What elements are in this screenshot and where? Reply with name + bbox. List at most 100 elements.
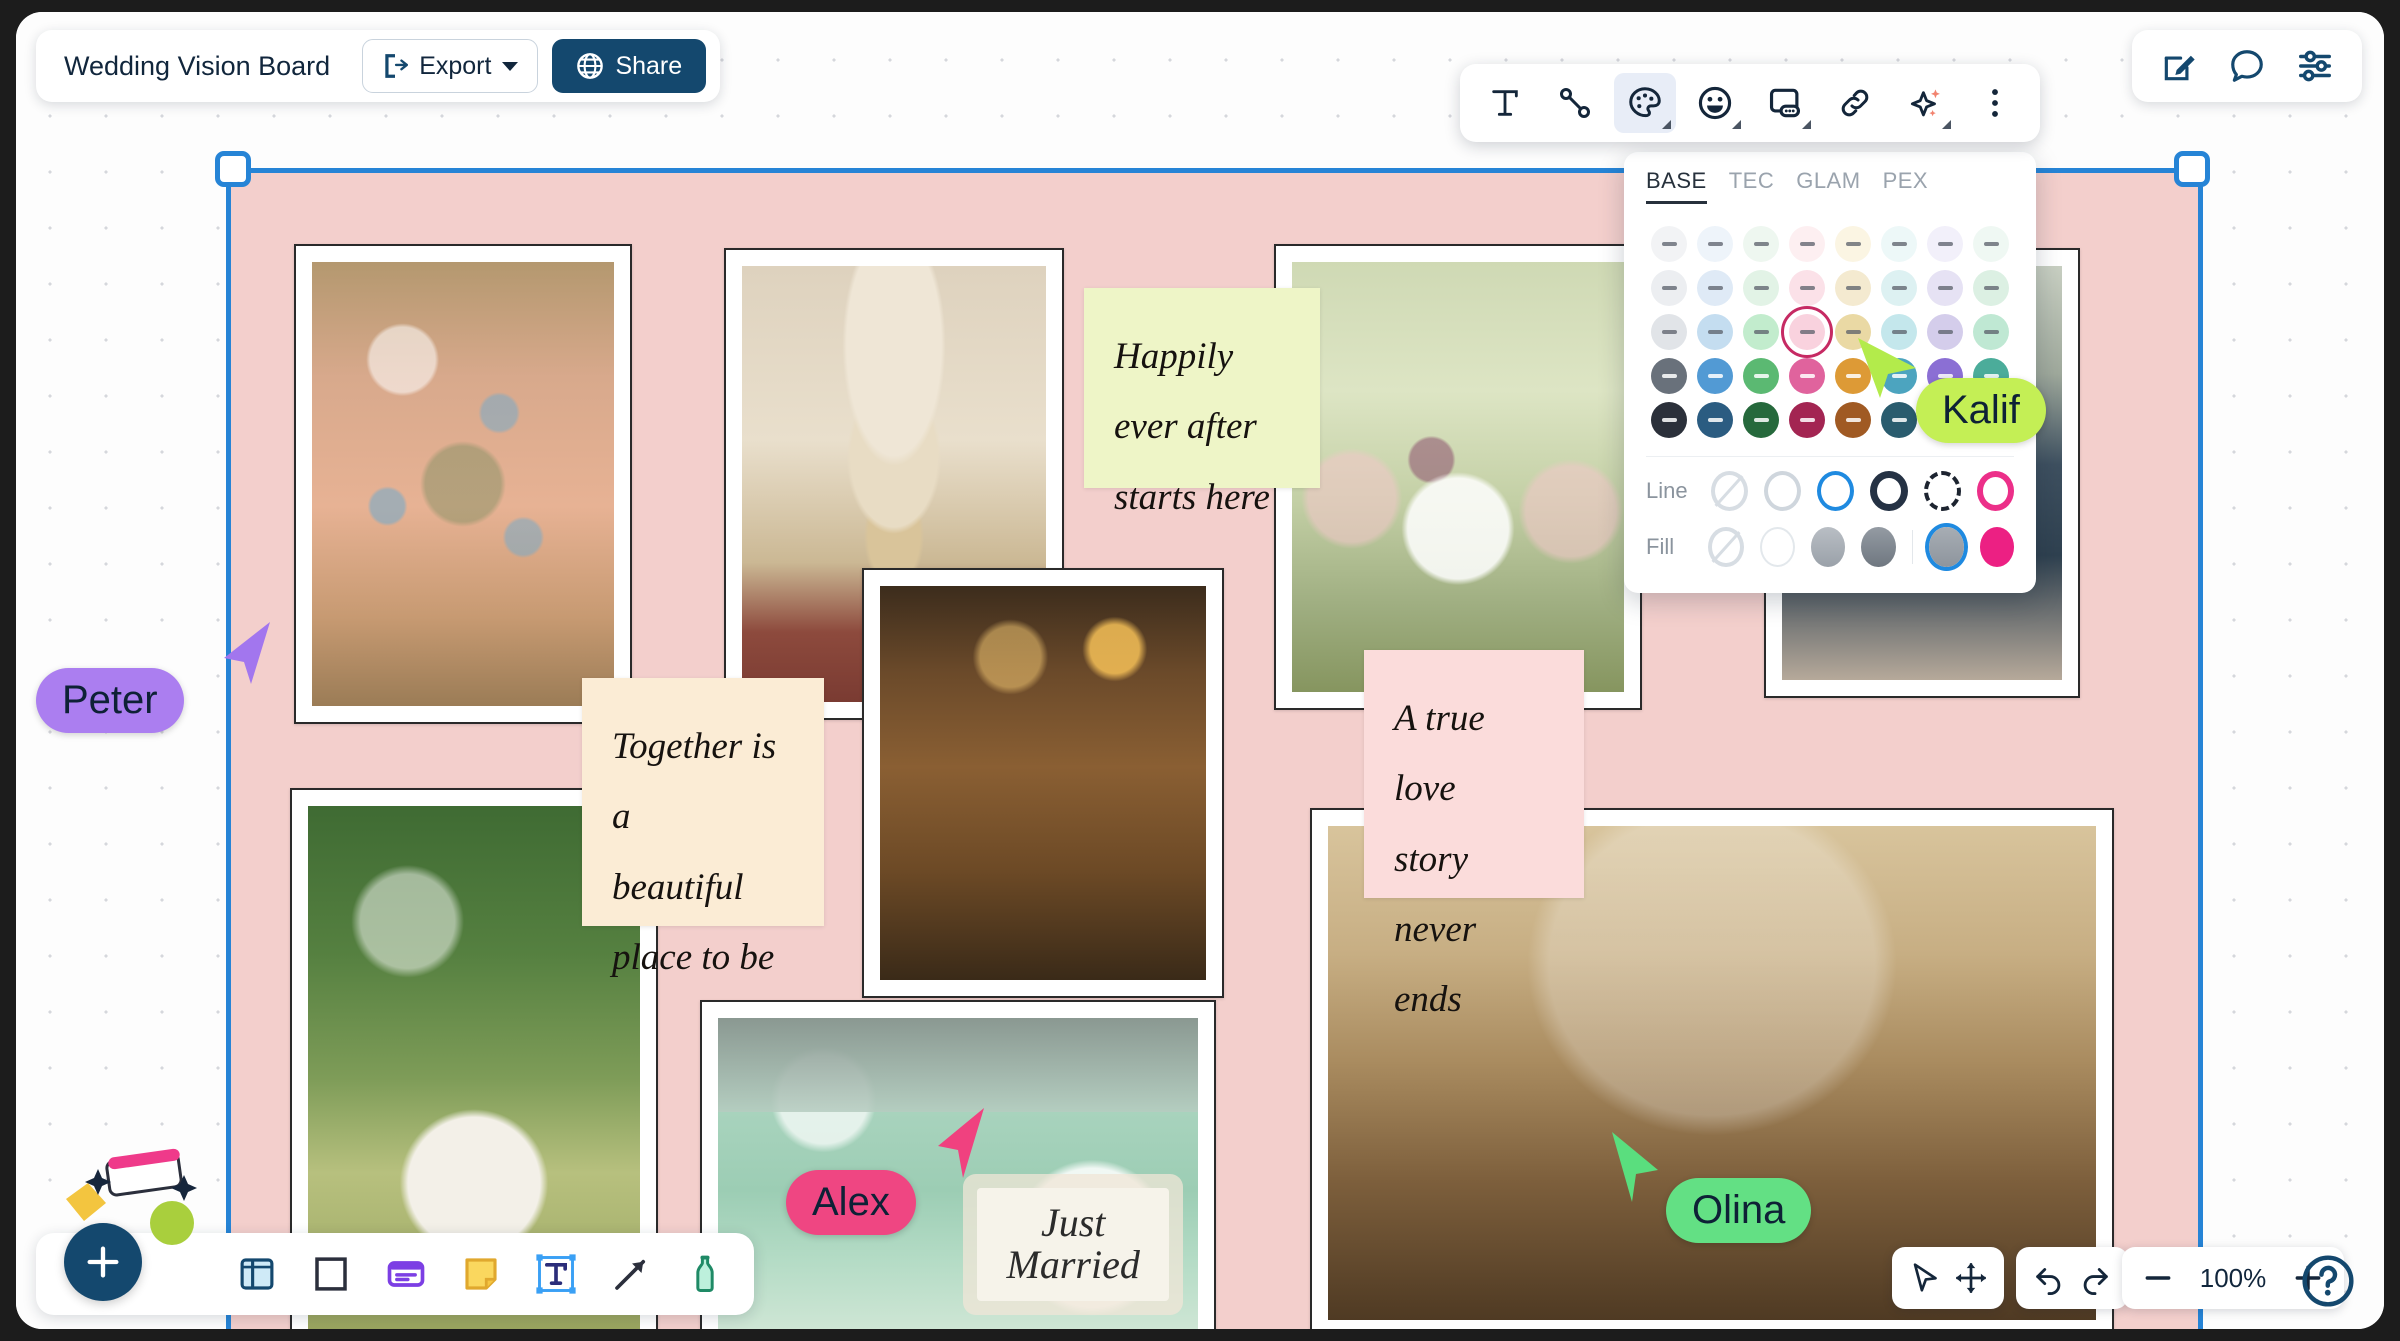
color-swatch-dash-icon <box>1799 374 1815 378</box>
color-swatch-5[interactable] <box>1876 222 1922 266</box>
sticky-note-tool-icon[interactable] <box>460 1253 502 1295</box>
fill-option-none[interactable] <box>1708 527 1744 567</box>
line-option-blue[interactable] <box>1817 471 1855 511</box>
fill-option-grey-dark[interactable] <box>1861 527 1896 567</box>
color-palette-tool[interactable] <box>1614 73 1676 133</box>
highlighter-tool-icon[interactable] <box>684 1253 726 1295</box>
rectangle-tool-icon[interactable] <box>310 1253 352 1295</box>
color-swatch-26[interactable] <box>1738 354 1784 398</box>
board-title[interactable]: Wedding Vision Board <box>64 51 330 82</box>
color-swatch-32[interactable] <box>1646 398 1692 442</box>
emoji-tool[interactable] <box>1684 73 1746 133</box>
help-button[interactable] <box>2300 1253 2356 1309</box>
tab-pex[interactable]: PEX <box>1883 168 1929 204</box>
color-swatch-2[interactable] <box>1738 222 1784 266</box>
line-option-dark[interactable] <box>1870 471 1908 511</box>
tab-base[interactable]: BASE <box>1646 168 1707 204</box>
color-swatch-19[interactable] <box>1781 306 1833 358</box>
arrow-tool-icon[interactable] <box>610 1253 652 1295</box>
tab-tec[interactable]: TEC <box>1729 168 1775 204</box>
fill-option-white[interactable] <box>1759 527 1795 567</box>
line-option-none[interactable] <box>1710 471 1748 511</box>
zoom-out-icon[interactable] <box>2142 1262 2174 1294</box>
line-option-pink[interactable] <box>1976 471 2014 511</box>
color-swatch-12[interactable] <box>1830 266 1876 310</box>
color-swatch-17[interactable] <box>1692 310 1738 354</box>
color-swatch-22[interactable] <box>1922 310 1968 354</box>
color-swatch-dot <box>1835 270 1871 306</box>
color-swatch-dash-icon <box>1937 330 1953 334</box>
more-options-tool[interactable] <box>1964 73 2026 133</box>
zoom-level-label: 100% <box>2199 1262 2267 1293</box>
color-swatch-8[interactable] <box>1646 266 1692 310</box>
color-swatch-dot <box>1743 270 1779 306</box>
cursor-select-icon[interactable] <box>1908 1261 1942 1295</box>
redo-icon[interactable] <box>2078 1261 2112 1295</box>
sticky-true-love[interactable]: A true love story never ends <box>1364 650 1584 1020</box>
sticky-together[interactable]: Together is a beautiful place to be <box>582 678 824 978</box>
color-swatch-16[interactable] <box>1646 310 1692 354</box>
edit-icon[interactable] <box>2160 47 2198 85</box>
color-swatch-1[interactable] <box>1692 222 1738 266</box>
plus-icon <box>87 1246 119 1278</box>
link-tool[interactable] <box>1824 73 1886 133</box>
undo-icon[interactable] <box>2032 1261 2066 1295</box>
color-swatch-33[interactable] <box>1692 398 1738 442</box>
line-option-white[interactable] <box>1763 471 1801 511</box>
sticky-together-line-3: place to be <box>612 936 775 978</box>
card-note-tool-icon[interactable] <box>384 1252 428 1296</box>
color-swatch-dash-icon <box>1707 330 1723 334</box>
settings-sliders-icon[interactable] <box>2296 47 2334 85</box>
color-swatch-0[interactable] <box>1646 222 1692 266</box>
color-swatch-6[interactable] <box>1922 222 1968 266</box>
color-swatch-7[interactable] <box>1968 222 2014 266</box>
text-tool[interactable] <box>1474 73 1536 133</box>
color-swatch-37[interactable] <box>1876 398 1922 442</box>
color-swatch-34[interactable] <box>1738 398 1784 442</box>
tab-glam[interactable]: GLAM <box>1796 168 1860 204</box>
color-swatch-dash-icon <box>1799 242 1815 246</box>
color-swatch-25[interactable] <box>1692 354 1738 398</box>
color-swatch-10[interactable] <box>1738 266 1784 310</box>
color-swatch-dash-icon <box>1753 330 1769 334</box>
photo-escort-cards[interactable] <box>862 568 1224 998</box>
color-swatch-14[interactable] <box>1922 266 1968 310</box>
fill-option-grey-selected[interactable] <box>1929 527 1964 567</box>
color-swatch-13[interactable] <box>1876 266 1922 310</box>
export-button[interactable]: Export <box>362 39 539 93</box>
move-pan-icon[interactable] <box>1954 1261 1988 1295</box>
sticky-happily-line-3: starts here <box>1114 476 1270 518</box>
fill-option-pink[interactable] <box>1979 527 2014 567</box>
color-swatch-18[interactable] <box>1738 310 1784 354</box>
color-swatch-dot <box>1651 270 1687 306</box>
color-swatch-3[interactable] <box>1784 222 1830 266</box>
photo-tablescape[interactable] <box>294 244 632 724</box>
card-icon <box>1769 88 1801 118</box>
fill-option-grey-light[interactable] <box>1810 527 1846 567</box>
color-picker-popover[interactable]: BASE TEC GLAM PEX Line Fill <box>1624 152 2036 593</box>
color-swatch-11[interactable] <box>1784 266 1830 310</box>
color-swatch-24[interactable] <box>1646 354 1692 398</box>
color-swatch-27[interactable] <box>1784 354 1830 398</box>
line-tool[interactable] <box>1544 73 1606 133</box>
sticky-happily[interactable]: Happily ever after starts here <box>1084 288 1320 518</box>
add-button[interactable] <box>64 1223 142 1301</box>
photo-couple-arch-image <box>1292 262 1624 692</box>
color-swatch-4[interactable] <box>1830 222 1876 266</box>
selection-handle-top-right[interactable] <box>2174 151 2210 187</box>
sparkle-icon <box>1910 89 1940 117</box>
color-swatch-9[interactable] <box>1692 266 1738 310</box>
text-box-tool-icon[interactable] <box>534 1252 578 1296</box>
color-swatch-15[interactable] <box>1968 266 2014 310</box>
line-option-dashed[interactable] <box>1923 471 1961 511</box>
color-swatch-35[interactable] <box>1784 398 1830 442</box>
selection-handle-top-left[interactable] <box>215 151 251 187</box>
comment-icon[interactable] <box>2228 47 2266 85</box>
color-swatch-dash-icon <box>1661 242 1677 246</box>
photo-couple-arch[interactable] <box>1274 244 1642 710</box>
magic-ai-tool[interactable] <box>1894 73 1956 133</box>
color-swatch-23[interactable] <box>1968 310 2014 354</box>
color-swatch-36[interactable] <box>1830 398 1876 442</box>
card-tool[interactable] <box>1754 73 1816 133</box>
share-button[interactable]: Share <box>552 39 707 93</box>
